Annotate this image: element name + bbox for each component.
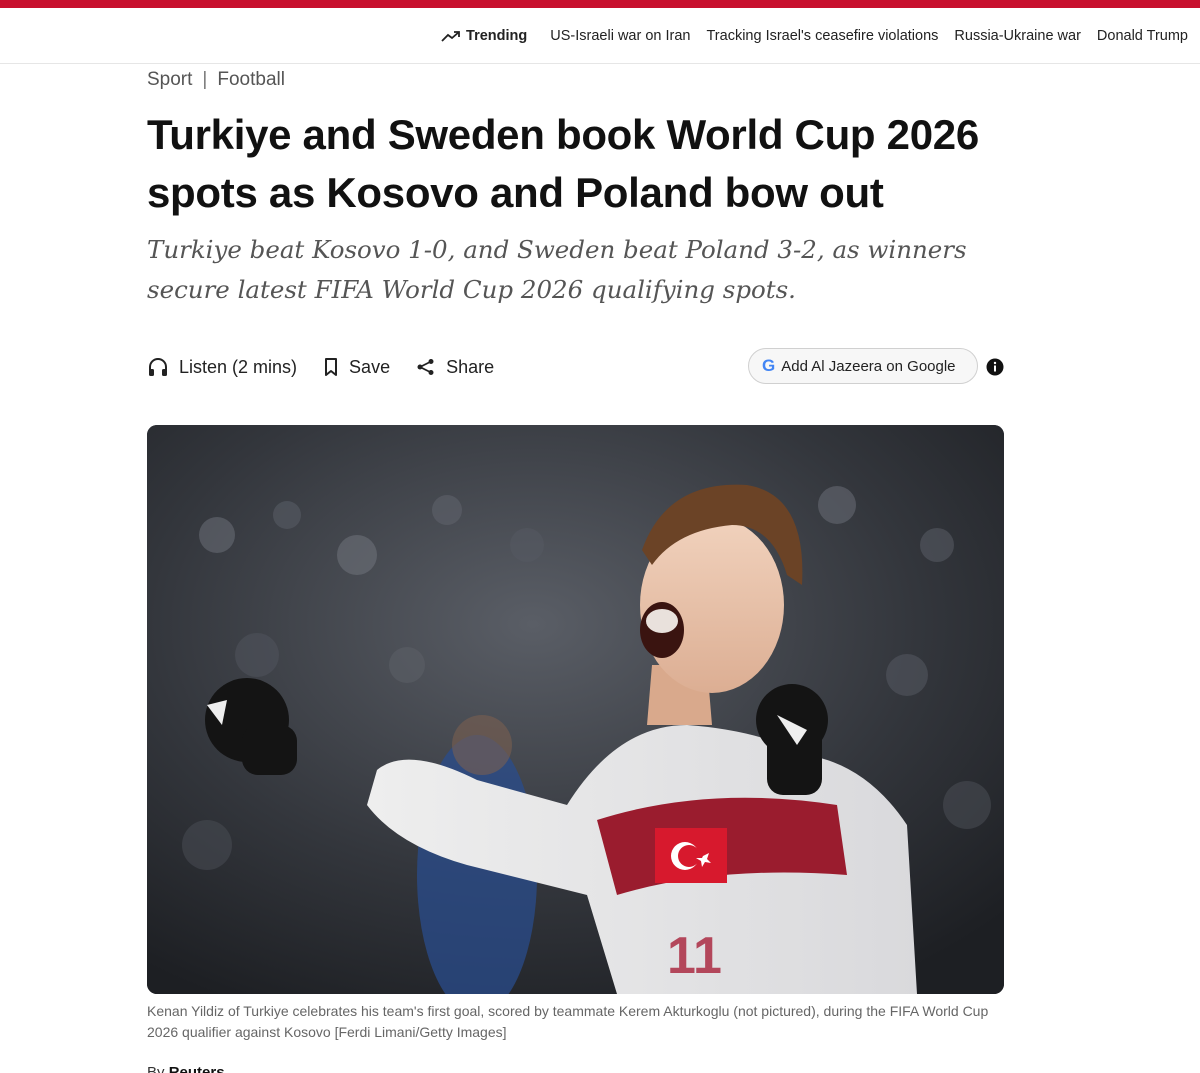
- trending-up-icon: [441, 30, 460, 42]
- trending-label: Trending: [441, 28, 527, 44]
- article-subhead: Turkiye beat Kosovo 1-0, and Sweden beat…: [147, 235, 967, 304]
- info-icon[interactable]: [986, 358, 1004, 376]
- byline: By Reuters: [147, 1064, 225, 1073]
- trending-link-donald-trump[interactable]: Donald Trump: [1097, 28, 1188, 44]
- trending-link-iran-war[interactable]: US-Israeli war on Iran: [550, 28, 690, 44]
- add-al-jazeera-on-google-button[interactable]: G Add Al Jazeera on Google: [748, 348, 978, 384]
- google-button-label: Add Al Jazeera on Google: [781, 357, 956, 375]
- byline-prefix: By: [147, 1064, 165, 1073]
- listen-button[interactable]: Listen (2 mins): [147, 357, 297, 378]
- trending-link-ceasefire[interactable]: Tracking Israel's ceasefire violations: [706, 28, 938, 44]
- share-button[interactable]: Share: [416, 357, 494, 378]
- jersey-number: 11: [667, 927, 722, 985]
- share-icon: [417, 359, 434, 375]
- breadcrumb-sport[interactable]: Sport: [147, 69, 192, 91]
- hero-photo: 11: [147, 425, 1004, 994]
- headphones-icon: [149, 358, 167, 376]
- breadcrumb-separator: |: [202, 69, 208, 90]
- share-label: Share: [446, 356, 495, 377]
- breadcrumb: Sport | Football: [147, 69, 285, 91]
- byline-author[interactable]: Reuters: [169, 1064, 225, 1073]
- image-caption: Kenan Yildiz of Turkiye celebrates his t…: [147, 1003, 989, 1040]
- listen-label: Listen (2 mins): [179, 356, 298, 377]
- top-accent-bar: [0, 0, 1200, 8]
- hero-image: 11: [147, 425, 1004, 994]
- breadcrumb-football[interactable]: Football: [217, 69, 285, 91]
- google-icon: G: [762, 356, 776, 375]
- save-button[interactable]: Save: [323, 357, 390, 378]
- article-headline: Turkiye and Sweden book World Cup 2026 s…: [147, 111, 979, 216]
- save-label: Save: [349, 356, 391, 377]
- trending-label-text: Trending: [466, 27, 528, 44]
- trending-bar: Trending US-Israeli war on Iran Tracking…: [0, 8, 1200, 64]
- article-actions: Listen (2 mins) Save Share: [147, 352, 520, 382]
- bookmark-icon: [325, 358, 338, 376]
- trending-link-russia-ukraine[interactable]: Russia-Ukraine war: [954, 28, 1081, 44]
